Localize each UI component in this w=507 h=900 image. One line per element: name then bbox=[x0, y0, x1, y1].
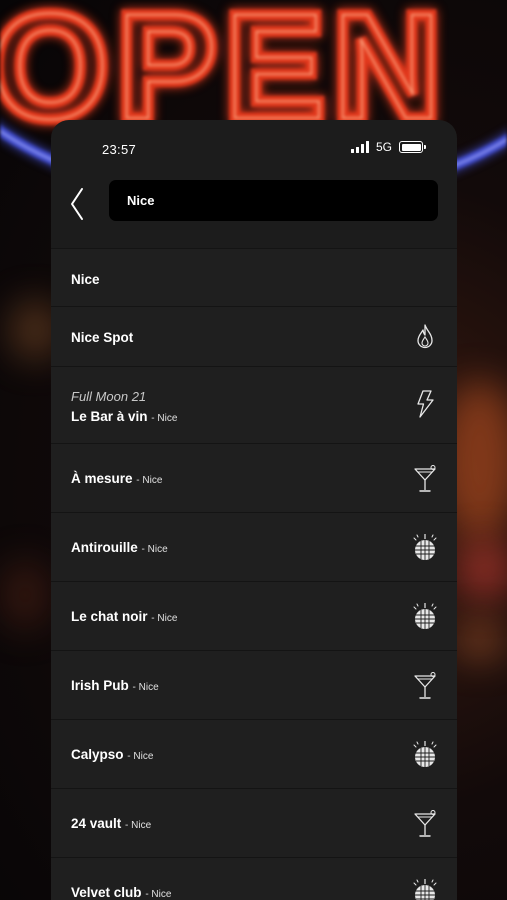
result-row[interactable]: Full Moon 21 Le Bar à vin - Nice bbox=[51, 366, 457, 443]
results-list: Nice Nice Spot Full Moon 21 Le Bar à vin - … bbox=[51, 248, 457, 900]
result-title: Irish Pub - Nice bbox=[71, 678, 159, 693]
result-row[interactable]: 24 vault - Nice bbox=[51, 788, 457, 857]
result-title-text: Velvet club bbox=[71, 885, 142, 900]
result-title: 24 vault - Nice bbox=[71, 816, 151, 831]
result-title-text: Le chat noir bbox=[71, 609, 148, 624]
result-city: - Nice bbox=[132, 682, 159, 693]
result-title-text: Antirouille bbox=[71, 540, 138, 555]
result-title: Le Bar à vin - Nice bbox=[71, 409, 177, 424]
result-city: - Nice bbox=[136, 475, 163, 486]
result-title: Velvet club - Nice bbox=[71, 885, 171, 900]
status-indicators: 5G bbox=[350, 140, 426, 154]
result-row[interactable]: Antirouille - Nice bbox=[51, 512, 457, 581]
event-name: Full Moon 21 bbox=[71, 389, 147, 404]
result-city: - Nice bbox=[125, 820, 152, 831]
result-city: - Nice bbox=[151, 613, 178, 624]
result-city: - Nice bbox=[127, 751, 154, 762]
network-label: 5G bbox=[375, 140, 392, 154]
result-row[interactable]: Irish Pub - Nice bbox=[51, 650, 457, 719]
disco-ball-icon bbox=[413, 878, 437, 900]
disco-ball-icon bbox=[413, 602, 437, 632]
result-title-text: 24 vault bbox=[71, 816, 122, 831]
battery-icon bbox=[399, 141, 426, 153]
search-header bbox=[51, 172, 457, 248]
result-title-text: À mesure bbox=[71, 471, 133, 486]
result-city: - Nice bbox=[141, 544, 168, 555]
result-title: Le chat noir - Nice bbox=[71, 609, 177, 624]
signal-icon bbox=[350, 141, 369, 153]
result-city: - Nice bbox=[145, 889, 172, 900]
result-row[interactable]: Le chat noir - Nice bbox=[51, 581, 457, 650]
disco-ball-icon bbox=[413, 740, 437, 770]
chevron-left-icon bbox=[71, 188, 83, 220]
result-title: Nice Spot bbox=[71, 330, 133, 345]
result-title-text: Irish Pub bbox=[71, 678, 129, 693]
phone-screen: 23:57 5G Nice Nice Spot Full Moon 21 Le Bar… bbox=[51, 120, 457, 900]
flame-icon bbox=[413, 322, 437, 352]
result-title-text: Nice bbox=[71, 272, 100, 287]
disco-ball-icon bbox=[413, 533, 437, 563]
status-bar: 23:57 5G bbox=[51, 120, 457, 172]
result-title: À mesure - Nice bbox=[71, 471, 162, 486]
status-time: 23:57 bbox=[102, 142, 137, 157]
result-title: Calypso - Nice bbox=[71, 747, 153, 762]
result-title: Nice bbox=[71, 272, 100, 287]
cocktail-icon bbox=[413, 671, 437, 701]
result-city: - Nice bbox=[151, 413, 178, 424]
lightning-icon bbox=[413, 389, 437, 419]
result-row[interactable]: Nice bbox=[51, 248, 457, 306]
result-row[interactable]: À mesure - Nice bbox=[51, 443, 457, 512]
result-title-text: Nice Spot bbox=[71, 330, 134, 345]
result-row[interactable]: Calypso - Nice bbox=[51, 719, 457, 788]
result-title: Antirouille - Nice bbox=[71, 540, 168, 555]
cocktail-icon bbox=[413, 464, 437, 494]
cocktail-icon bbox=[413, 809, 437, 839]
result-title-text: Calypso bbox=[71, 747, 124, 762]
result-row[interactable]: Velvet club - Nice bbox=[51, 857, 457, 900]
search-input[interactable] bbox=[109, 180, 438, 221]
back-button[interactable] bbox=[65, 184, 89, 224]
result-row[interactable]: Nice Spot bbox=[51, 306, 457, 366]
result-title-text: Le Bar à vin bbox=[71, 409, 148, 424]
